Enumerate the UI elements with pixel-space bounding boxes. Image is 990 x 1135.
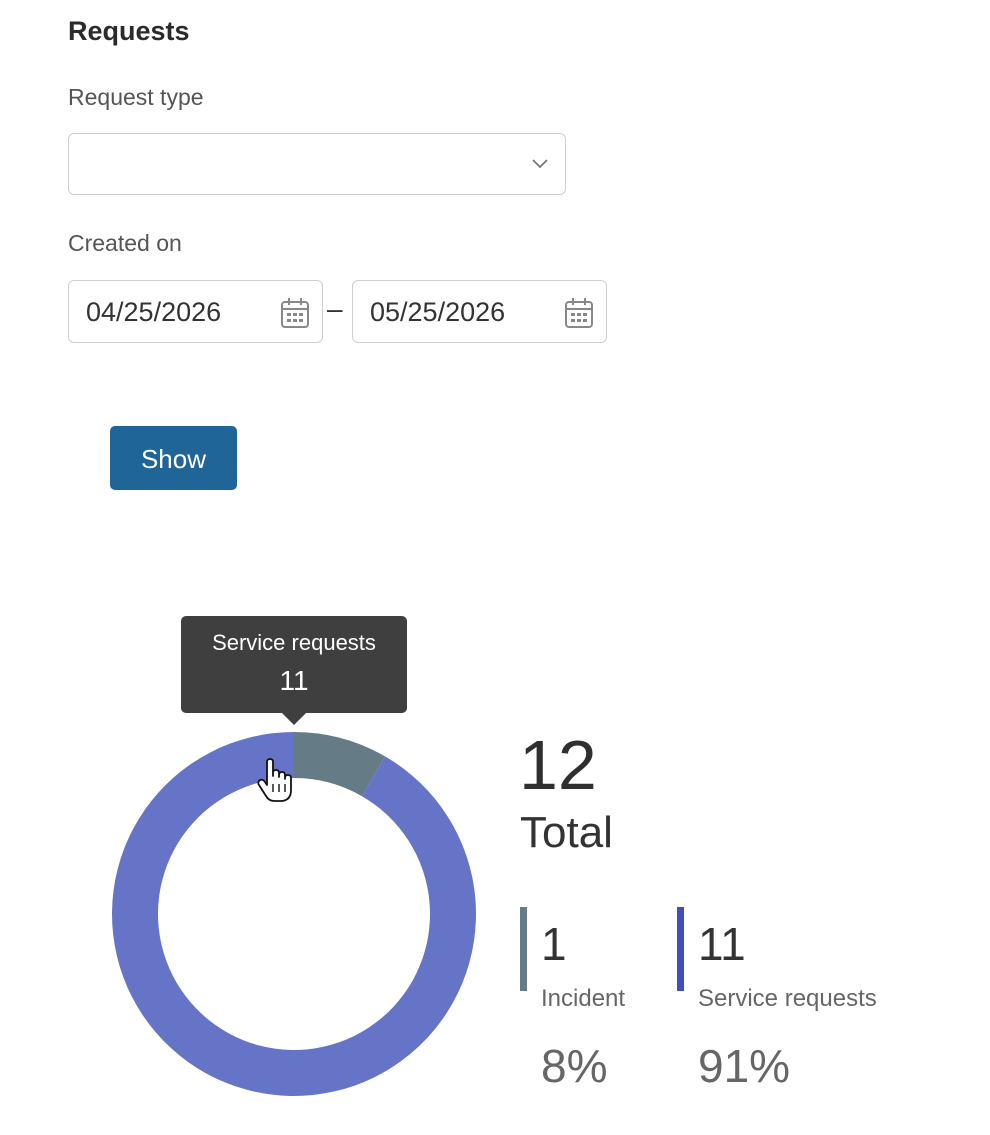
date-range-separator: – xyxy=(327,293,343,324)
legend-color-bar xyxy=(520,907,527,991)
legend-name: Incident xyxy=(541,985,626,1012)
request-type-label: Request type xyxy=(68,84,204,110)
tooltip-value: 11 xyxy=(279,665,309,696)
page-title: Requests xyxy=(68,16,190,46)
legend-value: 11 xyxy=(698,918,746,970)
date-to-value: 05/25/2026 xyxy=(370,297,506,327)
legend-color-bar xyxy=(677,907,684,991)
legend-percent: 91% xyxy=(698,1040,791,1092)
created-on-label: Created on xyxy=(68,230,182,256)
total-value: 12 xyxy=(519,726,597,804)
calendar-icon[interactable] xyxy=(280,297,310,334)
calendar-icon[interactable] xyxy=(564,297,594,334)
tooltip-series-name: Service requests xyxy=(212,630,376,655)
legend-percent: 8% xyxy=(541,1040,608,1092)
tooltip-arrow xyxy=(282,713,306,725)
chevron-down-icon xyxy=(531,156,549,174)
request-type-select[interactable] xyxy=(68,133,566,195)
total-label: Total xyxy=(520,808,613,857)
legend-value: 1 xyxy=(541,918,567,970)
show-button[interactable]: Show xyxy=(110,426,237,490)
chart-tooltip: Service requests 11 xyxy=(181,616,407,725)
date-from-field[interactable]: 04/25/2026 xyxy=(68,280,323,343)
date-from-value: 04/25/2026 xyxy=(86,297,222,327)
date-to-field[interactable]: 05/25/2026 xyxy=(352,280,607,343)
legend-name: Service requests xyxy=(698,985,877,1012)
hand-pointer-icon xyxy=(255,758,295,809)
